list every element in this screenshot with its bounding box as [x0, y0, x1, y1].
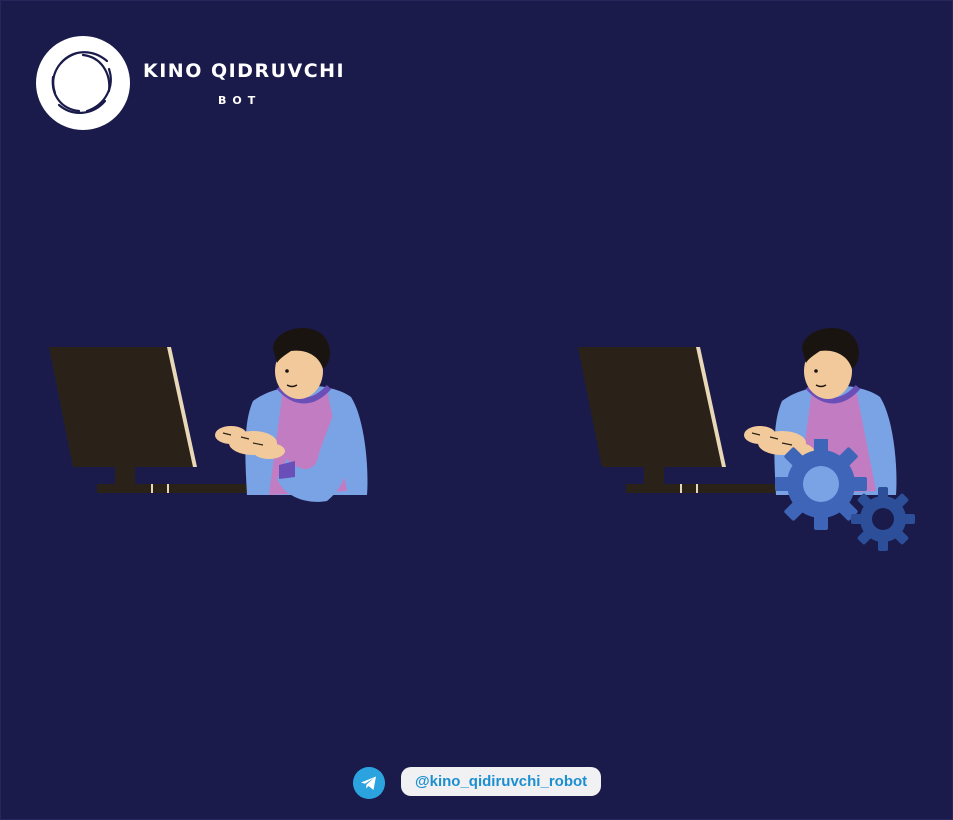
- person-typing-illustration: [49, 327, 368, 502]
- telegram-icon[interactable]: [353, 767, 385, 799]
- footer-handle: @kino_qidiruvchi_robot: [353, 765, 603, 799]
- brand-header: KINO QIDRUVCHI BOT: [35, 35, 365, 131]
- brand-title: KINO QIDRUVCHI: [143, 60, 346, 82]
- banner-canvas: KINO QIDRUVCHI BOT @kino_qidiruvchi_robo…: [0, 0, 953, 820]
- brand-subtitle: BOT: [218, 94, 262, 107]
- camera-shutter-aperture-icon: [36, 36, 130, 130]
- telegram-handle-link[interactable]: @kino_qidiruvchi_robot: [401, 767, 602, 796]
- gear-icon: [775, 439, 915, 551]
